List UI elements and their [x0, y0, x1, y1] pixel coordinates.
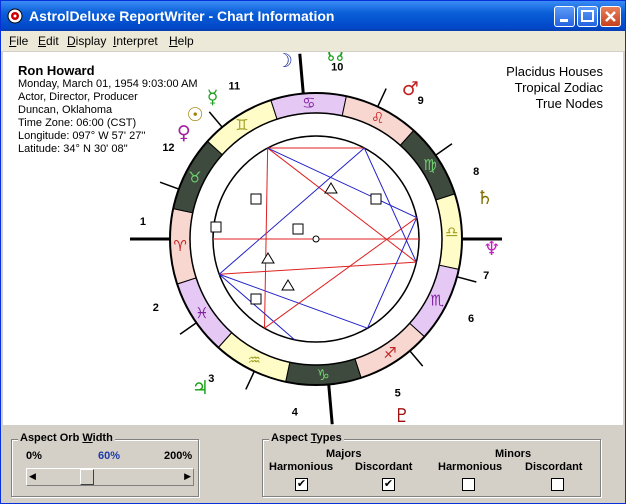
- orb-current-label: 60%: [98, 450, 121, 462]
- moon-icon: ☽: [276, 52, 293, 72]
- aspect-square-marker: [250, 193, 262, 205]
- zodiac-sign-glyph: ♍: [423, 156, 436, 174]
- maximize-button[interactable]: [577, 6, 598, 27]
- neptune-icon: ♆: [483, 238, 500, 260]
- minimize-icon: [560, 19, 568, 22]
- aspect-square-marker: [250, 293, 262, 305]
- house-number: 3: [208, 373, 214, 385]
- app-icon: [7, 8, 23, 24]
- close-icon: [605, 11, 616, 22]
- zodiac-sign-glyph: ♒: [248, 351, 261, 369]
- house-number: 2: [153, 302, 159, 314]
- house-cusp-line: [208, 111, 223, 128]
- house-number: 5: [395, 388, 401, 400]
- house-number: 12: [162, 142, 174, 154]
- minors-discordant-checkbox[interactable]: [551, 478, 564, 491]
- house-cusp-line: [327, 384, 334, 425]
- maximize-icon: [581, 10, 594, 22]
- orb-max-label: 200%: [164, 450, 193, 462]
- house-number: 8: [473, 166, 479, 178]
- window-title: AstrolDeluxe ReportWriter - Chart Inform…: [29, 8, 335, 24]
- orb-min-label: 0%: [26, 450, 42, 462]
- menu-edit[interactable]: Edit: [38, 34, 59, 48]
- zodiac-sign-glyph: ♎: [445, 223, 458, 241]
- house-cusp-line: [409, 350, 424, 367]
- house-number: 4: [292, 407, 299, 419]
- majors-discordant-label: Discordant: [355, 461, 413, 473]
- zodiac-sign-glyph: ♐: [383, 344, 396, 362]
- house-cusp-line: [245, 371, 255, 390]
- mercury-icon: ☿: [207, 87, 219, 109]
- close-button[interactable]: [600, 6, 621, 27]
- house-cusp-line: [298, 53, 305, 94]
- house-number: 1: [140, 216, 146, 228]
- zodiac-sign-glyph: ♊: [235, 116, 248, 134]
- menu-bar: File Edit Display Interpret Help: [1, 31, 625, 51]
- majors-harmonious-checkbox[interactable]: ✔: [295, 478, 308, 491]
- slider-right-icon[interactable]: ▶: [184, 471, 191, 482]
- majors-harmonious-label: Harmonious: [269, 461, 334, 473]
- title-bar[interactable]: AstrolDeluxe ReportWriter - Chart Inform…: [1, 1, 625, 31]
- jupiter-icon: ♃: [192, 377, 209, 399]
- zodiac-sign-glyph: ♈: [173, 237, 186, 255]
- majors-label: Majors: [326, 448, 362, 460]
- chart-wheel[interactable]: ♈♉♊♋♌♍♎♏♐♑♒♓123456789101112☽☊☿♀☉♂♄♆♃♅☋♇: [3, 52, 623, 425]
- aspect-types-group: Aspect Types Majors Minors Harmonious Di…: [262, 432, 601, 497]
- orb-slider[interactable]: ◀ ▶: [26, 468, 194, 486]
- app-window: AstrolDeluxe ReportWriter - Chart Inform…: [0, 0, 626, 504]
- north-node-icon: ☊: [327, 52, 344, 66]
- orb-slider-thumb[interactable]: [80, 469, 94, 485]
- menu-help[interactable]: Help: [169, 34, 194, 48]
- saturn-icon: ♄: [476, 187, 493, 209]
- orb-width-group: Aspect Orb Width 0% 60% 200% ◀ ▶: [11, 432, 199, 497]
- majors-discordant-checkbox[interactable]: ✔: [382, 478, 395, 491]
- house-cusp-line: [179, 322, 197, 335]
- slider-left-icon[interactable]: ◀: [29, 471, 36, 482]
- house-cusp-line: [377, 88, 387, 107]
- zodiac-sign-glyph: ♑: [316, 366, 329, 384]
- house-cusp-line: [456, 276, 477, 283]
- house-cusp-line: [435, 143, 453, 156]
- mars-icon: ♂: [402, 78, 419, 100]
- chart-canvas: Ron Howard Monday, March 01, 1954 9:03:0…: [3, 52, 623, 425]
- house-number: 11: [228, 80, 240, 92]
- aspect-square-marker: [292, 223, 304, 235]
- orb-width-legend: Aspect Orb Width: [18, 432, 115, 444]
- zodiac-sign-glyph: ♌: [371, 109, 384, 127]
- minors-label: Minors: [495, 448, 532, 460]
- menu-interpret[interactable]: Interpret: [113, 34, 158, 48]
- aspect-square-marker: [210, 221, 222, 233]
- zodiac-sign-glyph: ♓: [195, 304, 208, 322]
- aspect-square-marker: [370, 193, 382, 205]
- menu-display[interactable]: Display: [67, 34, 106, 48]
- house-number: 7: [483, 270, 489, 282]
- house-cusp-line: [159, 181, 180, 190]
- minimize-button[interactable]: [554, 6, 575, 27]
- zodiac-sign-glyph: ♏: [430, 292, 444, 310]
- pluto-icon: ♇: [393, 405, 410, 425]
- zodiac-sign-glyph: ♉: [188, 168, 201, 186]
- house-number: 6: [468, 313, 474, 325]
- minors-harmonious-checkbox[interactable]: [462, 478, 475, 491]
- menu-file[interactable]: File: [9, 34, 28, 48]
- zodiac-sign-glyph: ♋: [302, 94, 315, 112]
- sun-icon: ☉: [187, 104, 204, 126]
- aspect-types-legend: Aspect Types: [269, 432, 344, 444]
- minors-discordant-label: Discordant: [525, 461, 583, 473]
- minors-harmonious-label: Harmonious: [438, 461, 503, 473]
- chart-center: [312, 235, 320, 243]
